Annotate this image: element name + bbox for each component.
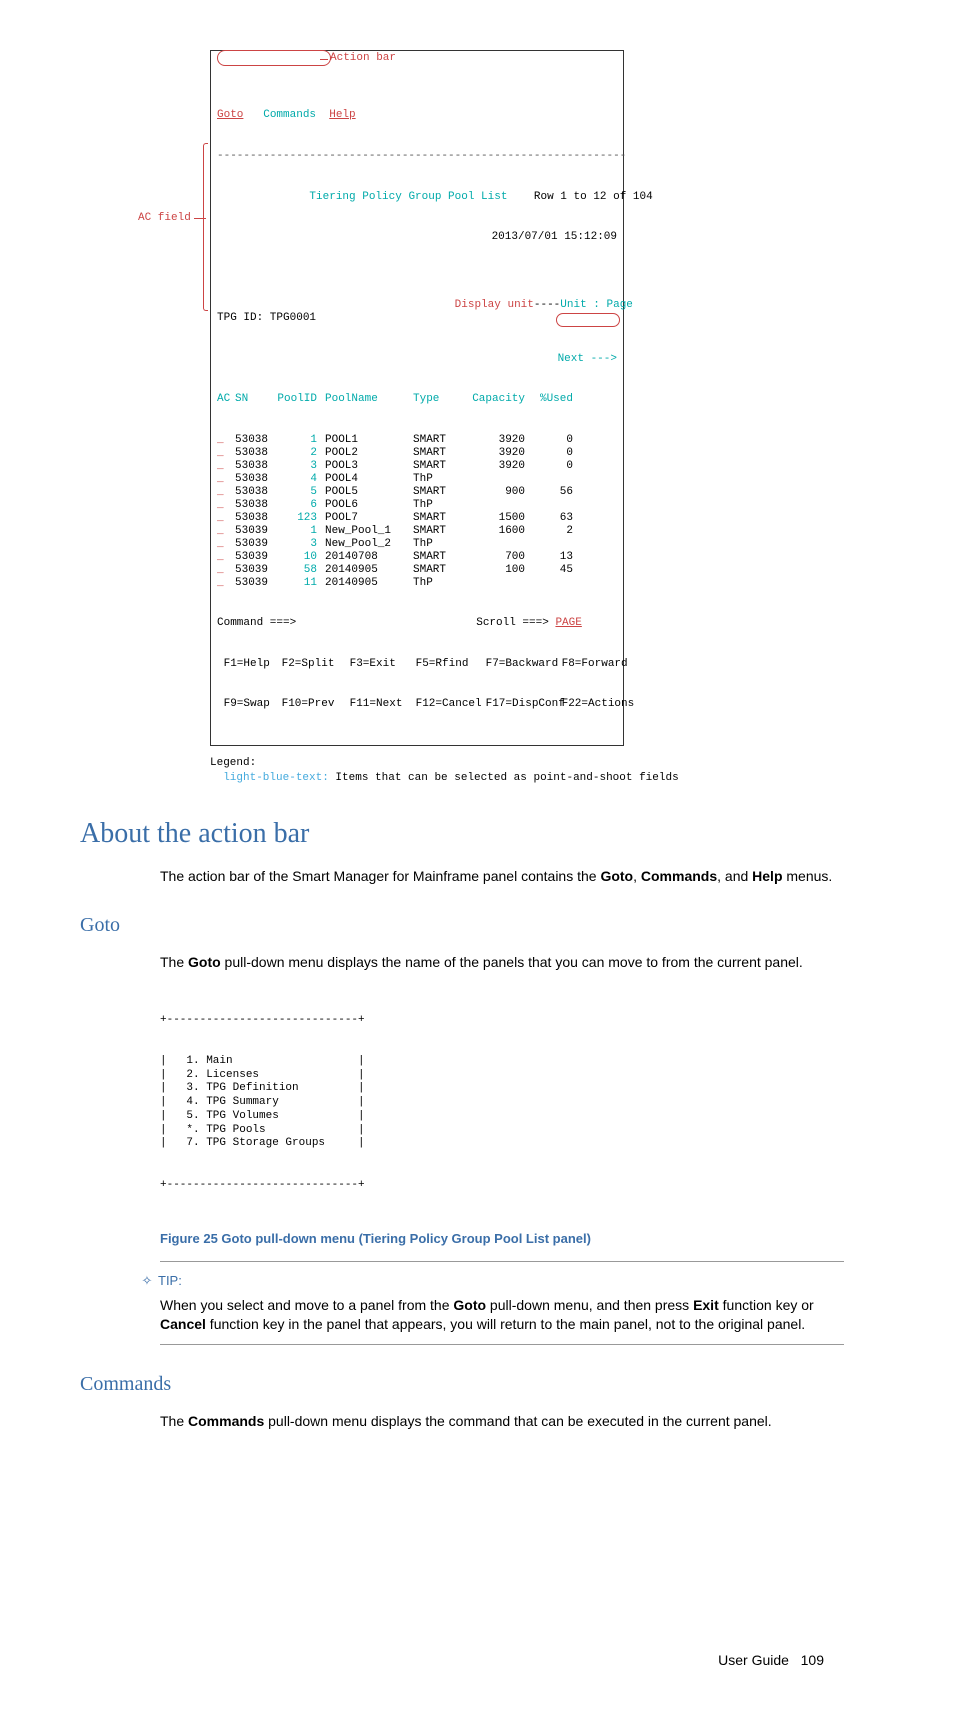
hdr-used: %Used [525,393,573,407]
ac-field-cell[interactable]: _ [217,577,235,591]
ac-field-cell[interactable]: _ [217,512,235,526]
panel-title: Tiering Policy Group Pool List [309,191,507,203]
f12-cancel[interactable]: F12=Cancel [416,698,486,712]
scroll-value[interactable]: PAGE [555,617,581,629]
ac-field-cell[interactable]: _ [217,499,235,513]
f5-rfind[interactable]: F5=Rfind [416,658,486,672]
table-row: _530385POOL5SMART90056 [217,486,617,499]
table-row: _530383POOL3SMART39200 [217,460,617,473]
legend: Legend: light-blue-text: Items that can … [210,756,844,786]
goto-border-top: +-----------------------------+ [160,1014,844,1028]
para-goto: The Goto pull-down menu displays the nam… [160,953,834,972]
terminal-panel-figure: AC field Action bar Goto Commands Help -… [210,50,844,746]
heading-commands: Commands [80,1371,844,1398]
command-prompt[interactable]: Command ===> [217,617,296,629]
legend-desc: Items that can be selected as point-and-… [329,772,679,784]
next-link[interactable]: Next ---> [558,353,617,365]
ac-field-cell[interactable]: _ [217,551,235,565]
f11-next[interactable]: F11=Next [350,698,416,712]
goto-menu-item[interactable]: | 3. TPG Definition | [160,1082,844,1096]
f8-forward[interactable]: F8=Forward [562,658,628,672]
table-row: _530381POOL1SMART39200 [217,434,617,447]
ac-field-cell[interactable]: _ [217,460,235,474]
f2-split[interactable]: F2=Split [282,658,350,672]
hdr-poolname: PoolName [317,393,413,407]
f17-dispconf[interactable]: F17=DispConf [486,698,562,712]
f10-prev[interactable]: F10=Prev [282,698,350,712]
unit-highlight-oval [556,313,620,327]
tip-heading: TIP: [158,1273,182,1288]
goto-menu-item[interactable]: | 7. TPG Storage Groups | [160,1137,844,1151]
terminal-panel: Action bar Goto Commands Help ----------… [210,50,624,746]
tip-box: ✧TIP: When you select and move to a pane… [160,1261,844,1344]
heading-goto: Goto [80,912,844,939]
hdr-capacity: Capacity [469,393,525,407]
table-row: _530391120140905ThP [217,577,617,590]
f22-actions[interactable]: F22=Actions [562,698,635,712]
goto-menu-box: +-----------------------------+ | 1. Mai… [160,986,844,1220]
ac-field-cell[interactable]: _ [217,434,235,448]
footer-page-number: 109 [801,1652,824,1668]
legend-item: light-blue-text: [223,772,329,784]
table-row: _530391New_Pool_1SMART16002 [217,525,617,538]
ac-field-cell[interactable]: _ [217,447,235,461]
row-counter: Row 1 to 12 of 104 [534,191,653,203]
goto-menu-item[interactable]: | 2. Licenses | [160,1069,844,1083]
ac-field-cell[interactable]: _ [217,564,235,578]
para-about: The action bar of the Smart Manager for … [160,867,834,886]
f3-exit[interactable]: F3=Exit [350,658,416,672]
table-row: _53038123POOL7SMART150063 [217,512,617,525]
hdr-ac: AC [217,393,235,407]
footer-label: User Guide [718,1652,789,1668]
goto-border-bottom: +-----------------------------+ [160,1179,844,1193]
ac-field-cell[interactable]: _ [217,486,235,500]
panel-datetime: 2013/07/01 15:12:09 [492,231,617,243]
display-unit-label: Display unit [455,299,534,311]
callout-ac-field: AC field [138,211,191,226]
table-row: _530395820140905SMART10045 [217,564,617,577]
f7-backward[interactable]: F7=Backward [486,658,562,672]
legend-title: Legend: [210,757,256,769]
ac-field-cell[interactable]: _ [217,525,235,539]
actionbar-highlight-oval [217,50,331,66]
f1-help[interactable]: F1=Help [224,658,282,672]
para-commands: The Commands pull-down menu displays the… [160,1412,834,1431]
goto-menu-item[interactable]: | 1. Main | [160,1055,844,1069]
tip-body: When you select and move to a panel from… [160,1296,844,1334]
f9-swap[interactable]: F9=Swap [224,698,282,712]
table-row: _530382POOL2SMART39200 [217,447,617,460]
goto-menu-item[interactable]: | *. TPG Pools | [160,1124,844,1138]
ac-field-cell[interactable]: _ [217,473,235,487]
goto-menu-item[interactable]: | 5. TPG Volumes | [160,1110,844,1124]
ac-field-cell[interactable]: _ [217,538,235,552]
table-row: _530384POOL4ThP [217,473,617,486]
hdr-poolid: PoolID [277,393,317,407]
tip-icon: ✧ [140,1272,154,1290]
table-body: _530381POOL1SMART39200_530382POOL2SMART3… [217,434,617,590]
ac-field-bracket [203,143,208,311]
table-row: _530386POOL6ThP [217,499,617,512]
display-unit-value[interactable]: Unit : Page [560,299,633,311]
menu-goto[interactable]: Goto [217,109,243,121]
page-footer: User Guide 109 [80,1651,844,1670]
heading-about-action-bar: About the action bar [80,815,844,853]
hdr-type: Type [413,393,469,407]
table-row: _530393New_Pool_2ThP [217,538,617,551]
figure-25-caption: Figure 25 Goto pull-down menu (Tiering P… [160,1230,844,1248]
table-row: _530391020140708SMART70013 [217,551,617,564]
hdr-sn: SN [235,393,277,407]
goto-menu-item[interactable]: | 4. TPG Summary | [160,1096,844,1110]
callout-action-bar: Action bar [330,52,396,66]
menu-commands[interactable]: Commands [263,109,316,121]
scroll-label: Scroll ===> [476,617,549,629]
menu-help[interactable]: Help [329,109,355,121]
